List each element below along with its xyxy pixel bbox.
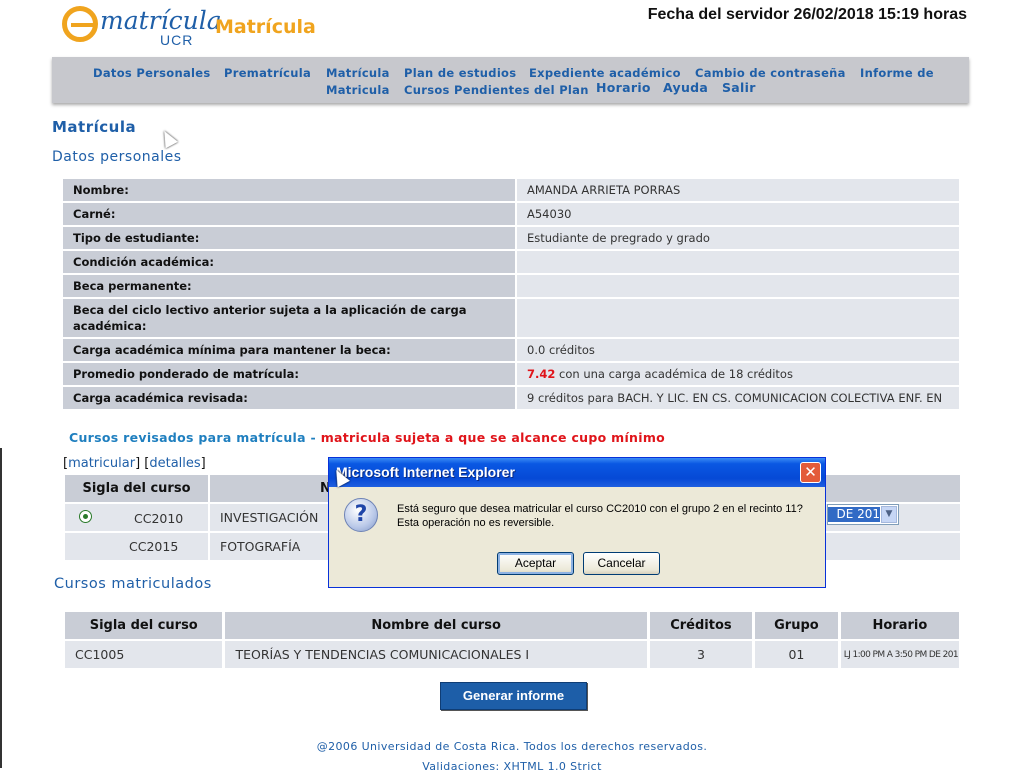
matriculated-courses-table: Sigla del curso Nombre del curso Crédito… [65, 612, 963, 668]
mouse-cursor-icon [158, 127, 178, 149]
dialog-message-line2: Esta operación no es reversible. [397, 517, 555, 529]
course-code: CC1005 [65, 639, 226, 668]
col-header: Créditos [648, 612, 756, 640]
table-row: CC1005 TEORÍAS Y TENDENCIAS COMUNICACION… [65, 639, 963, 668]
col-header: Grupo [753, 612, 841, 640]
site-title: Matrícula [215, 16, 316, 38]
field-label: Condición académica: [63, 250, 517, 275]
col-header: Nombre del curso [223, 612, 650, 640]
dialog-titlebar[interactable]: Microsoft Internet Explorer ✕ [329, 458, 825, 487]
field-value: 9 créditos para BACH. Y LIC. EN CS. COMU… [516, 386, 959, 411]
table-row: Promedio ponderado de matrícula: 7.42 con… [63, 362, 959, 387]
field-value: AMANDA ARRIETA PORRAS [516, 179, 959, 203]
nav-ayuda[interactable]: Ayuda [663, 80, 708, 95]
field-value: A54030 [516, 202, 959, 227]
dialog-message: Está seguro que desea matricular el curs… [397, 502, 803, 530]
dialog-title: Microsoft Internet Explorer [336, 464, 515, 480]
col-header: Horario [839, 612, 963, 640]
field-value: Estudiante de pregrado y grado [516, 226, 959, 251]
field-label: Carné: [63, 202, 517, 227]
field-value [516, 250, 959, 275]
nav-salir[interactable]: Salir [722, 80, 756, 95]
table-row: Condición académica: [63, 250, 959, 275]
table-row: Nombre: AMANDA ARRIETA PORRAS [63, 179, 959, 203]
col-header: Sigla del curso [65, 612, 226, 640]
course-name: TEORÍAS Y TENDENCIAS COMUNICACIONALES I [223, 639, 650, 668]
matriculated-courses-title: Cursos matriculados [54, 576, 212, 592]
nav-prematricula[interactable]: Prematrícula [224, 66, 311, 80]
logo-subtext: UCR [160, 32, 194, 48]
field-label: Carga académica revisada: [63, 386, 517, 411]
dialog-message-line1: Está seguro que desea matricular el curs… [397, 503, 803, 515]
table-row: Beca permanente: [63, 274, 959, 299]
server-date: Fecha del servidor 26/02/2018 15:19 hora… [647, 6, 967, 23]
footer-validation[interactable]: Validaciones: XHTML 1.0 Strict [0, 760, 1024, 773]
field-label: Beca permanente: [63, 274, 517, 299]
revised-title-text: Cursos revisados para matrícula - [69, 430, 321, 445]
field-label: Promedio ponderado de matrícula: [63, 362, 517, 387]
field-label: Nombre: [63, 179, 517, 203]
nav-plan-estudios[interactable]: Plan de estudios [404, 66, 516, 80]
nav-cursos-pendientes[interactable]: Cursos Pendientes del Plan [404, 83, 589, 97]
revised-warning: matricula sujeta a que se alcance cupo m… [320, 430, 666, 445]
personal-data-table: Nombre: AMANDA ARRIETA PORRAS Carné: A5403… [63, 179, 959, 411]
field-value [516, 298, 959, 339]
course-schedule: LJ 1:00 PM A 3:50 PM DE 201 [839, 639, 963, 668]
schedule-select[interactable]: DE 201 ▼ [827, 504, 899, 525]
field-value: 7.42 con una carga académica de 18 crédi… [516, 362, 959, 387]
course-code: CC2010 [133, 510, 184, 526]
nav-datos-personales[interactable]: Datos Personales [93, 66, 211, 80]
field-value [516, 274, 959, 299]
generate-report-button[interactable]: Generar informe [440, 682, 587, 710]
table-row: Tipo de estudiante: Estudiante de pregrad… [63, 226, 959, 251]
page-title: Matrícula [52, 118, 137, 136]
footer-copyright: @2006 Universidad de Costa Rica. Todos l… [316, 740, 708, 753]
nav-informe-matricula[interactable]: Matricula [326, 83, 390, 97]
course-action-links: [matricular] [detalles] [63, 456, 206, 471]
field-label: Beca del ciclo lectivo anterior sujeta a… [63, 298, 517, 339]
window-edge [0, 448, 2, 768]
average-detail: con una carga académica de 18 créditos [555, 367, 793, 381]
cancel-button[interactable]: Cancelar [583, 552, 660, 575]
field-label: Carga académica mínima para mantener la … [63, 338, 517, 363]
field-label: Tipo de estudiante: [63, 226, 517, 251]
field-value: 0.0 créditos [516, 338, 959, 363]
revised-courses-title: Cursos revisados para matrícula - matric… [69, 430, 665, 445]
question-icon: ? [344, 498, 378, 532]
course-code: CC2015 [65, 531, 210, 560]
nav-horario[interactable]: Horario [596, 80, 651, 95]
confirm-dialog: Microsoft Internet Explorer ✕ ? Está seg… [328, 457, 826, 588]
section-title-personal: Datos personales [52, 149, 182, 165]
course-credits: 3 [648, 639, 756, 668]
table-row: Carné: A54030 [63, 202, 959, 227]
nav-matricula[interactable]: Matrícula [326, 66, 390, 80]
nav-cambio-contrasena[interactable]: Cambio de contraseña [695, 66, 846, 80]
nav-informe-de[interactable]: Informe de [860, 66, 934, 80]
matricular-link[interactable]: matricular [68, 456, 135, 471]
table-row: Beca del ciclo lectivo anterior sujeta a… [63, 298, 959, 339]
logo-text: matrícula [100, 6, 222, 35]
detalles-link[interactable]: detalles [149, 456, 200, 471]
accept-button[interactable]: Aceptar [497, 552, 574, 575]
col-header-sigla: Sigla del curso [65, 475, 210, 503]
close-icon[interactable]: ✕ [800, 462, 821, 483]
average-value: 7.42 [527, 367, 556, 381]
table-row: Carga académica mínima para mantener la … [63, 338, 959, 363]
course-radio-selected[interactable] [79, 509, 92, 523]
chevron-down-icon[interactable]: ▼ [881, 506, 897, 523]
nav-expediente[interactable]: Expediente académico [529, 66, 681, 80]
course-group: 01 [753, 639, 841, 668]
table-row: Carga académica revisada: 9 créditos para… [63, 386, 959, 411]
schedule-select-value: DE 201 [828, 507, 880, 522]
main-nav: Datos Personales Prematrícula Matrícula … [52, 57, 969, 103]
logo-mark [62, 6, 98, 42]
